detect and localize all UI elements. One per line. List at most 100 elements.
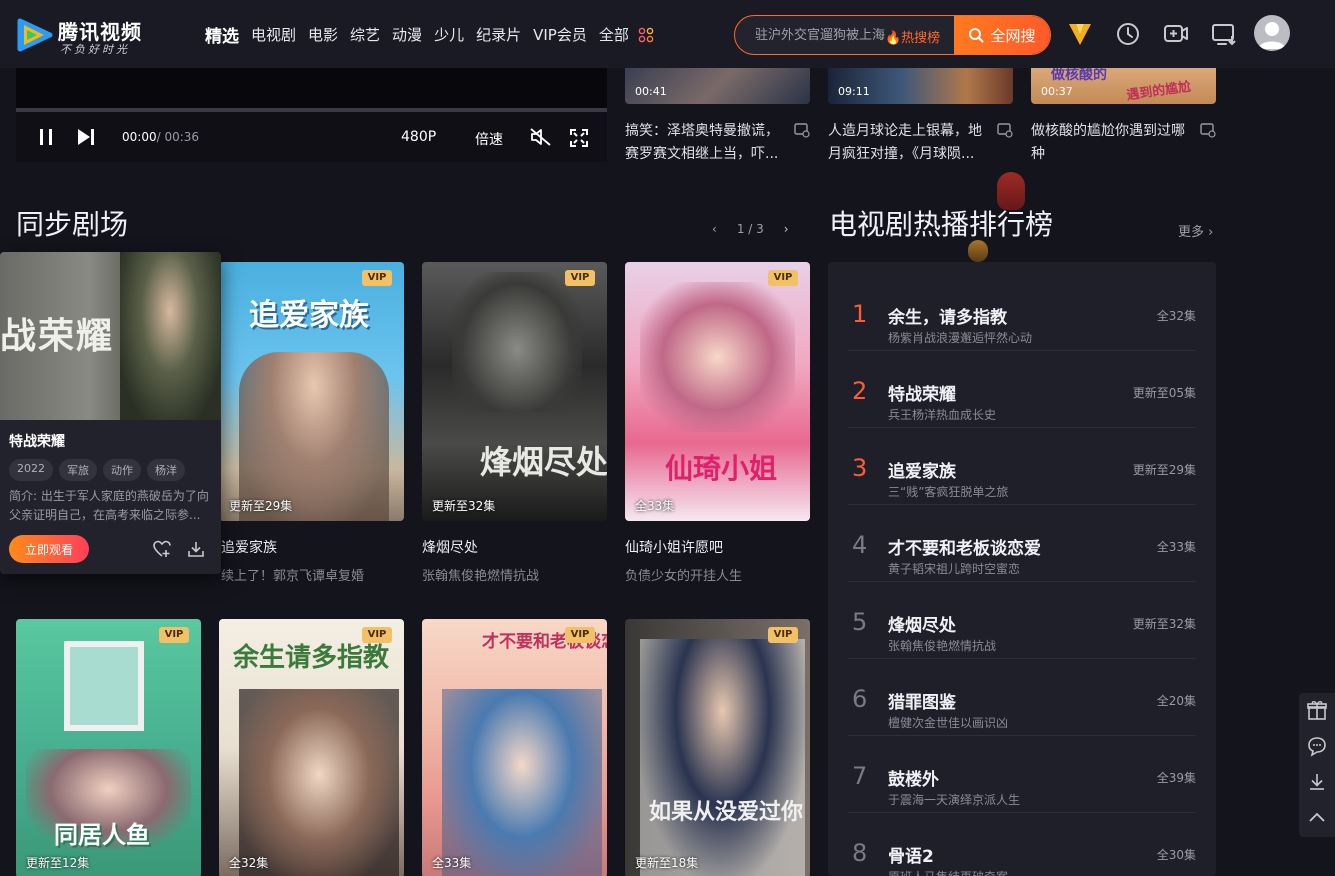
drama-title[interactable]: 追爱家族 — [221, 537, 404, 557]
poster-frame — [64, 641, 144, 731]
favorite-add-icon[interactable] — [153, 540, 171, 558]
nav-item-kids[interactable]: 少儿 — [434, 24, 464, 47]
download-app-icon[interactable] — [1306, 771, 1328, 793]
rank-episodes: 更新至29集 — [1132, 463, 1196, 477]
rank-number: 5 — [852, 608, 868, 636]
download-icon[interactable] — [187, 540, 205, 558]
drama-poster[interactable]: 才不要和老板谈恋爱 VIP 全33集 — [422, 619, 607, 876]
short-video-title[interactable]: 搞笑：泽塔奥特曼撤谎，赛罗赛文相继上当，吓... — [625, 120, 790, 166]
short-video-card[interactable]: 做核酸的 遇到的尴尬 00:37 做核酸的尴尬你遇到过哪种 — [1031, 68, 1216, 166]
drama-card[interactable]: 才不要和老板谈恋爱 VIP 全33集 — [422, 619, 607, 876]
nav-item-variety[interactable]: 综艺 — [350, 24, 380, 47]
vip-badge: VIP — [768, 270, 798, 286]
pager-text: 1 / 3 — [736, 222, 764, 236]
tag-genre[interactable]: 军旅 — [59, 459, 97, 481]
nav-item-vip[interactable]: VIP会员 — [533, 24, 587, 47]
next-episode-icon[interactable] — [76, 128, 96, 146]
drama-card[interactable]: 烽烟尽处 VIP 更新至32集 烽烟尽处 张翰焦俊艳燃情抗战 — [422, 262, 607, 584]
rank-title[interactable]: 烽烟尽处 — [888, 611, 956, 636]
mute-icon[interactable] — [530, 128, 552, 146]
drama-poster[interactable]: 追爱家族 VIP 更新至29集 — [219, 262, 404, 521]
ranking-item[interactable]: 2 特战荣耀 兵王杨洋热血成长史 更新至05集 — [848, 351, 1196, 428]
search-box: 🔥热搜榜 全网搜 — [734, 15, 1051, 55]
drama-poster[interactable]: 烽烟尽处 VIP 更新至32集 — [422, 262, 607, 521]
speed-button[interactable]: 倍速 — [475, 129, 503, 149]
tag-genre[interactable]: 动作 — [103, 459, 141, 481]
drama-title[interactable]: 烽烟尽处 — [422, 537, 607, 557]
player-screen[interactable] — [16, 68, 607, 108]
prev-page-arrow[interactable]: ‹ — [712, 222, 717, 236]
player-time: 00:00/ 00:36 — [122, 130, 199, 144]
short-video-title[interactable]: 人造月球论走上银幕，地月疯狂对撞，《月球陨... — [828, 120, 993, 166]
nav-item-movie[interactable]: 电影 — [308, 24, 338, 47]
drama-card[interactable]: 如果从没爱过你 VIP 更新至18集 — [625, 619, 810, 876]
tag-actor[interactable]: 杨洋 — [147, 459, 185, 481]
ranking-more-link[interactable]: 更多 › — [1178, 221, 1213, 240]
ranking-item[interactable]: 6 猎罪图鉴 檀健次金世佳以画识凶 全20集 — [848, 659, 1196, 736]
ranking-item[interactable]: 3 追爱家族 三“贱”客疯狂脱单之旅 更新至29集 — [848, 428, 1196, 505]
nav-item-tv[interactable]: 电视剧 — [251, 24, 296, 47]
drama-poster[interactable]: 如果从没爱过你 VIP 更新至18集 — [625, 619, 810, 876]
drama-title[interactable]: 仙琦小姐许愿吧 — [625, 537, 810, 557]
user-avatar[interactable] — [1254, 15, 1290, 51]
ranking-item[interactable]: 5 烽烟尽处 张翰焦俊艳燃情抗战 更新至32集 — [848, 582, 1196, 659]
ranking-item[interactable]: 4 才不要和老板谈恋爱 黄子韬宋祖儿跨时空蜜恋 全33集 — [848, 505, 1196, 582]
rank-title[interactable]: 鼓楼外 — [888, 765, 939, 790]
drama-poster[interactable]: 仙琦小姐 VIP 全33集 — [625, 262, 810, 521]
drama-card[interactable]: 追爱家族 VIP 更新至29集 追爱家族 续上了！郭京飞谭卓复婚 — [219, 262, 404, 584]
ranking-item[interactable]: 8 骨语2 原班人马集结再破奇案 全30集 — [848, 813, 1196, 876]
back-to-top-icon[interactable] — [1306, 807, 1328, 829]
nav-item-anime[interactable]: 动漫 — [392, 24, 422, 47]
ranking-item[interactable]: 7 鼓楼外 于震海一天演绎京派人生 全39集 — [848, 736, 1196, 813]
short-video-thumb[interactable]: 做核酸的 遇到的尴尬 00:37 — [1031, 68, 1216, 104]
short-video-card[interactable]: 00:41 搞笑：泽塔奥特曼撤谎，赛罗赛文相继上当，吓... — [625, 68, 810, 166]
nav-item-documentary[interactable]: 纪录片 — [476, 24, 521, 47]
fullscreen-icon[interactable] — [570, 129, 588, 147]
feedback-chat-icon[interactable] — [1306, 735, 1328, 757]
watch-later-icon[interactable] — [1200, 122, 1216, 138]
watch-later-icon[interactable] — [997, 122, 1013, 138]
rank-episodes: 全39集 — [1156, 771, 1196, 785]
tencent-video-logo[interactable]: 腾讯视频 不负好时光 — [16, 14, 156, 56]
rank-title[interactable]: 才不要和老板谈恋爱 — [888, 534, 1041, 559]
drama-hover-card[interactable]: 战荣耀 特战荣耀 2022 军旅 动作 杨洋 简介: 出生于军人家庭的燕破岳为了… — [0, 252, 221, 574]
nav-item-all-wrap[interactable]: 全部 — [599, 24, 654, 47]
watch-now-button[interactable]: 立即观看 — [9, 535, 89, 563]
rank-title[interactable]: 猎罪图鉴 — [888, 688, 956, 713]
short-video-title[interactable]: 做核酸的尴尬你遇到过哪种 — [1031, 120, 1196, 166]
hover-card-title[interactable]: 特战荣耀 — [9, 431, 65, 451]
short-thumb-caption: 做核酸的 — [1051, 68, 1107, 83]
short-video-thumb[interactable]: 00:41 — [625, 68, 810, 104]
download-screen-icon[interactable] — [1210, 20, 1238, 48]
rank-title[interactable]: 骨语2 — [888, 842, 934, 867]
search-icon — [969, 28, 984, 43]
rank-episodes: 更新至05集 — [1132, 386, 1196, 400]
rank-title[interactable]: 余生，请多指教 — [888, 303, 1007, 328]
nav-item-featured[interactable]: 精选 — [205, 22, 239, 47]
rank-title[interactable]: 追爱家族 — [888, 457, 956, 482]
short-video-card[interactable]: 09:11 人造月球论走上银幕，地月疯狂对撞，《月球陨... — [828, 68, 1013, 166]
upload-video-icon[interactable] — [1162, 20, 1190, 48]
tag-year[interactable]: 2022 — [9, 459, 53, 481]
rank-number: 6 — [852, 685, 868, 713]
watch-later-icon[interactable] — [794, 122, 810, 138]
next-page-arrow[interactable]: › — [784, 222, 789, 236]
ranking-item[interactable]: 1 余生，请多指教 杨紫肖战浪漫邂逅怦然心动 全32集 — [848, 274, 1196, 351]
poster-title-art: 如果从没爱过你 — [649, 800, 804, 825]
drama-card[interactable]: 仙琦小姐 VIP 全33集 仙琦小姐许愿吧 负债少女的开挂人生 — [625, 262, 810, 584]
hover-card-poster[interactable]: 战荣耀 — [0, 252, 221, 420]
drama-poster[interactable]: 余生请多指教 VIP 全32集 — [219, 619, 404, 876]
rank-title[interactable]: 特战荣耀 — [888, 380, 956, 405]
hot-search-label[interactable]: 🔥热搜榜 — [885, 27, 940, 46]
search-button[interactable]: 全网搜 — [954, 16, 1050, 54]
drama-poster[interactable]: 同居人鱼 VIP 更新至12集 — [16, 619, 201, 876]
vip-badge-icon[interactable] — [1066, 19, 1094, 47]
pause-icon[interactable] — [38, 128, 54, 146]
quality-button[interactable]: 480P — [401, 129, 436, 145]
history-clock-icon[interactable] — [1114, 20, 1142, 48]
drama-card[interactable]: 同居人鱼 VIP 更新至12集 — [16, 619, 201, 876]
top-header: 腾讯视频 不负好时光 精选 电视剧 电影 综艺 动漫 少儿 纪录片 VIP会员 … — [0, 0, 1335, 68]
drama-card[interactable]: 余生请多指教 VIP 全32集 — [219, 619, 404, 876]
gift-icon[interactable] — [1306, 699, 1328, 721]
short-video-thumb[interactable]: 09:11 — [828, 68, 1013, 104]
